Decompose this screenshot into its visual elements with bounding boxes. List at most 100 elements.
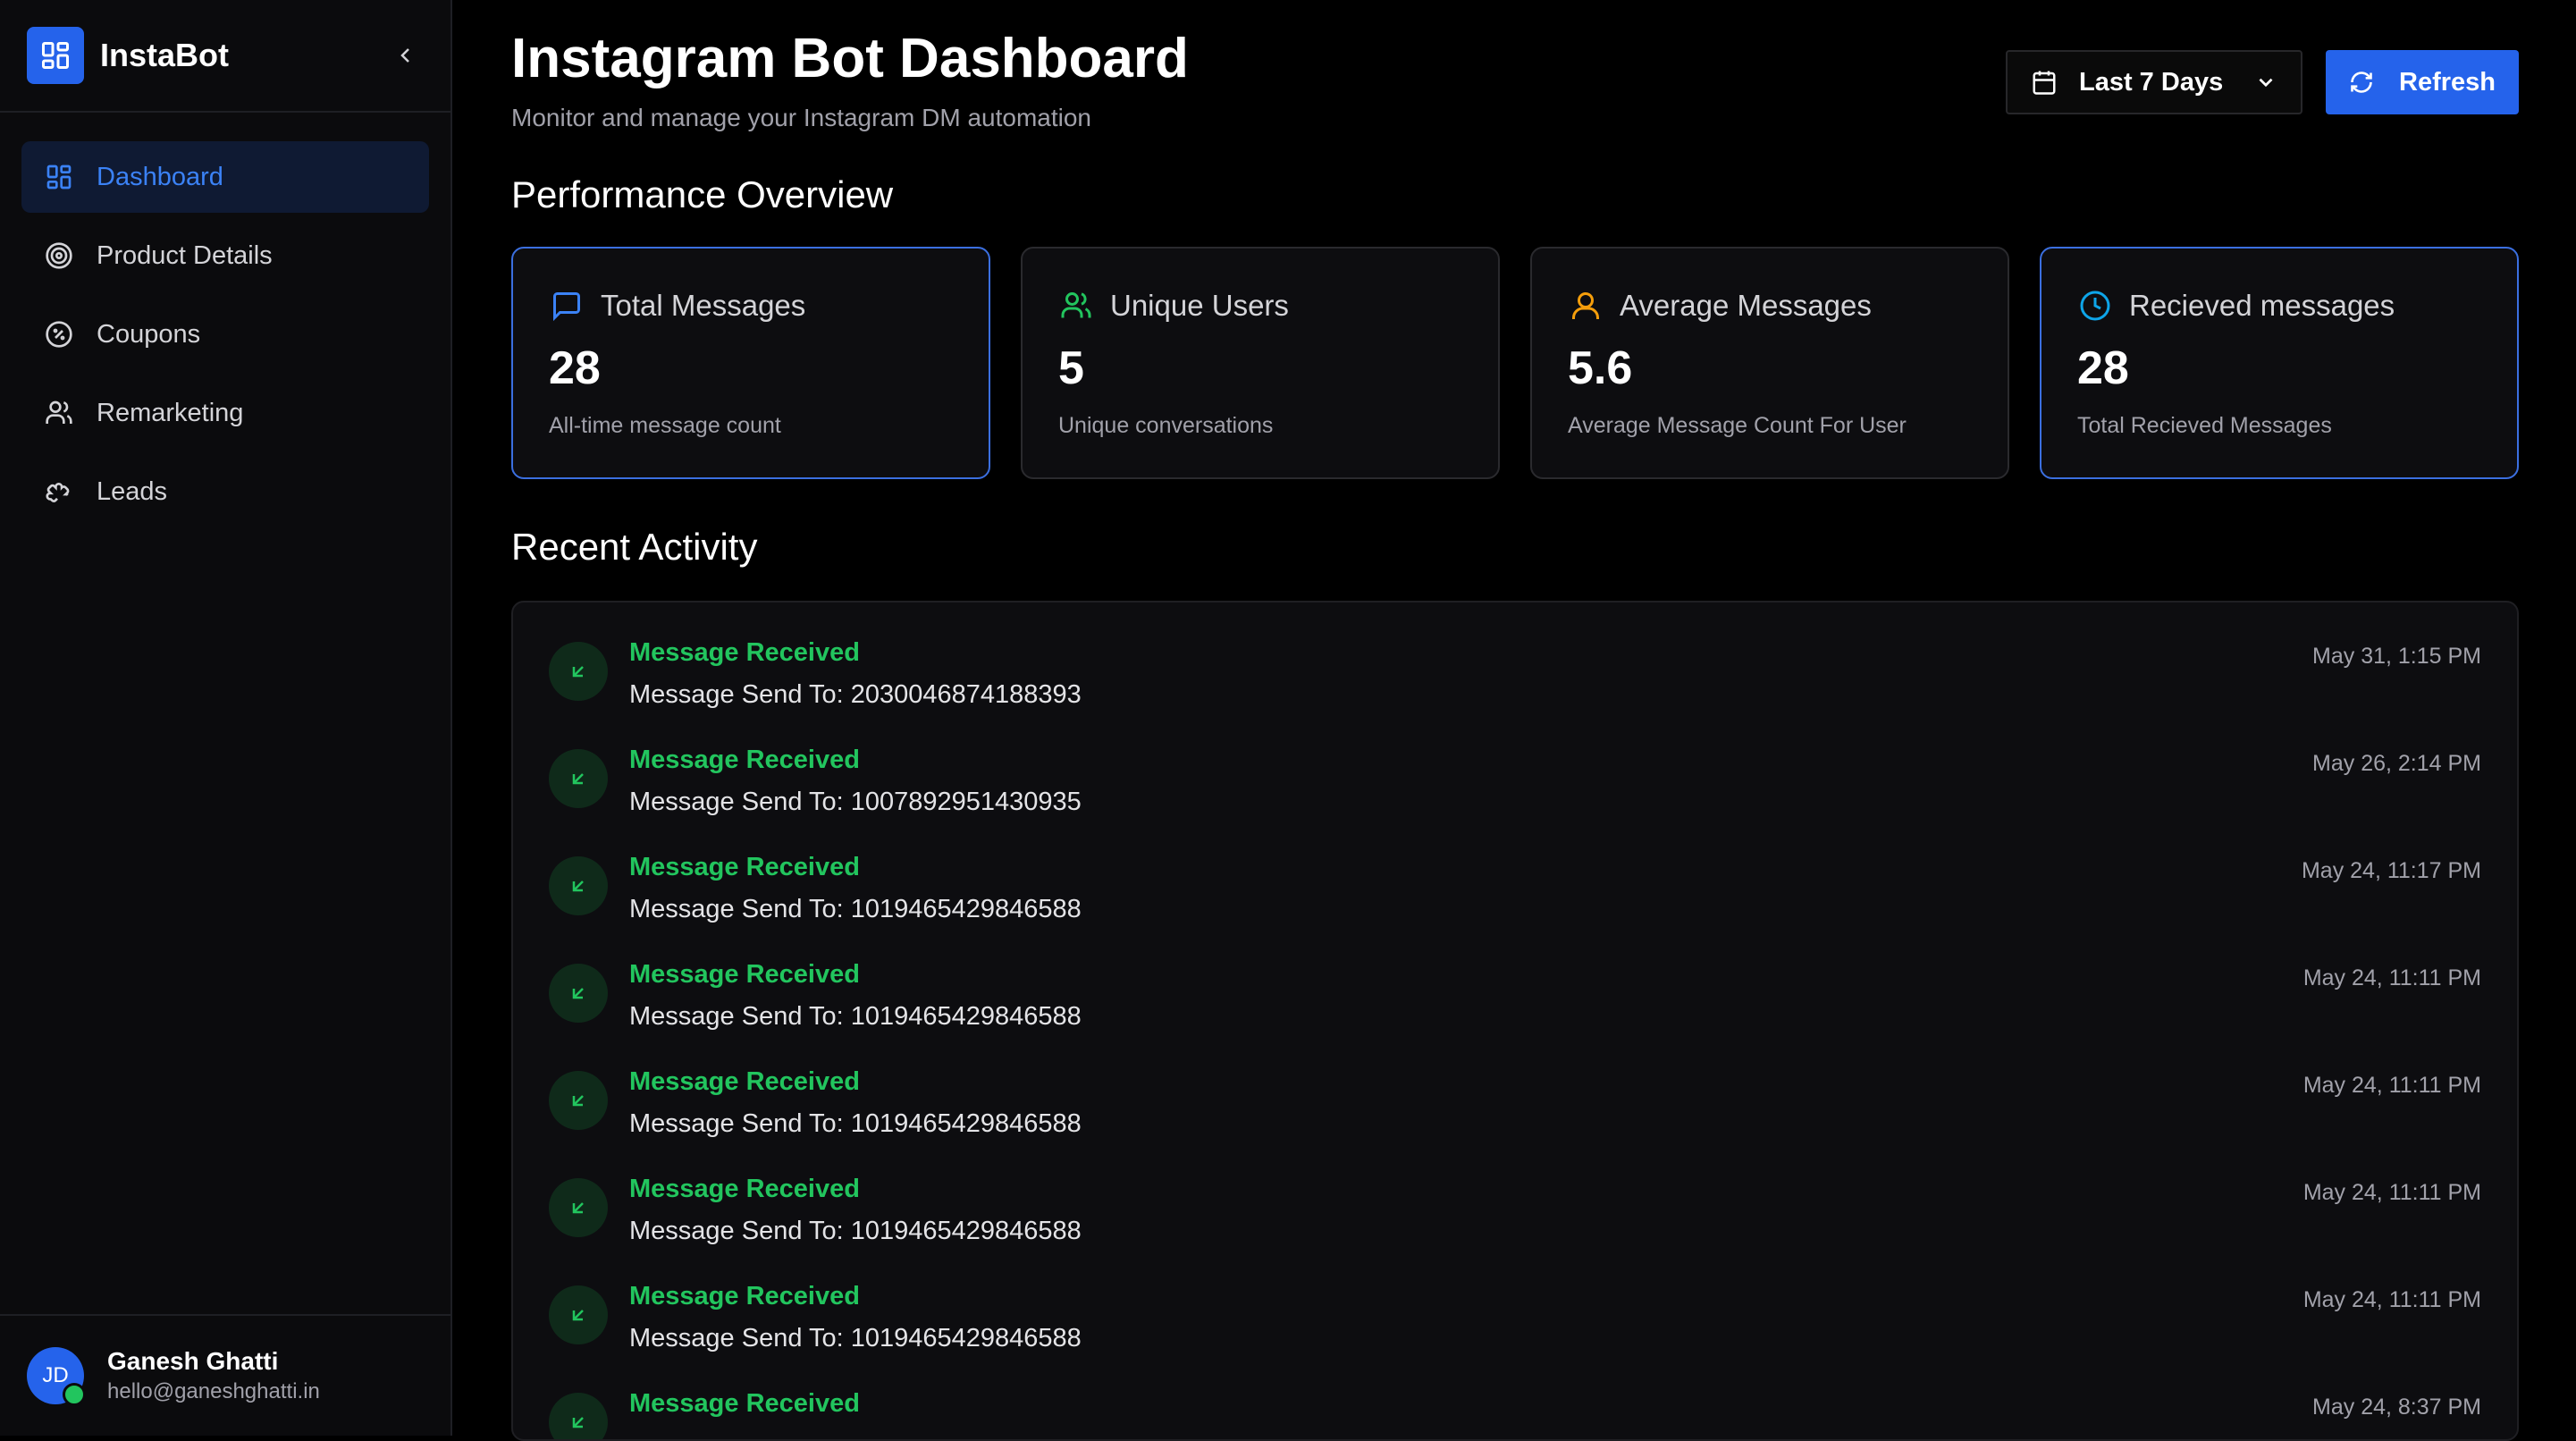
activity-body: Message Received Message Send To: 101946… [629, 1271, 2303, 1353]
user-profile[interactable]: JD Ganesh Ghatti hello@ganeshghatti.in [0, 1314, 450, 1436]
arrow-down-left-icon [549, 749, 608, 808]
message-icon [549, 288, 585, 324]
activity-title: Message Received [629, 1282, 860, 1310]
users-icon [1058, 288, 1094, 324]
chevron-left-icon [400, 48, 409, 63]
grid-icon [43, 161, 75, 193]
list-item: Message Received Message Send To: 203004… [549, 628, 2481, 735]
performance-overview-title: Performance Overview [511, 173, 894, 215]
card-header: Total Messages [549, 288, 953, 324]
activity-body: Message Received Message Send To: 100789… [629, 735, 2312, 817]
recent-activity-list: Message Received Message Send To: 203004… [511, 601, 2519, 1441]
activity-title: Message Received [629, 1175, 860, 1203]
sidebar-item-leads[interactable]: Leads [21, 456, 429, 527]
sidebar-nav: Dashboard Product Details Coupons Remark… [0, 113, 450, 556]
activity-time: May 24, 11:11 PM [2302, 1180, 2481, 1205]
activity-text: Message Send To: 1019465429846588 [629, 1002, 1082, 1031]
activity-title: Message Received [629, 638, 860, 667]
activity-text: Message Send To: 2030046874188393 [629, 680, 1082, 709]
list-item: Message Received Message Send To: 101946… [549, 1057, 2481, 1164]
card-title: Unique Users [1110, 289, 1289, 322]
list-item: Message Received Message Send To: 101946… [549, 1271, 2481, 1378]
app-name: InstaBot [100, 37, 229, 73]
list-item: Message Received May 24, 8:37 PM [549, 1378, 2481, 1439]
arrow-down-left-icon [549, 1178, 608, 1237]
card-description: Unique conversations [1058, 413, 1274, 438]
card-value: 28 [549, 342, 601, 394]
calendar-icon [2033, 71, 2056, 95]
avatar-initials: JD [42, 1363, 69, 1387]
avatar: JD [27, 1347, 86, 1406]
page-subtitle: Monitor and manage your Instagram DM aut… [511, 104, 1091, 131]
sidebar-item-product-details[interactable]: Product Details [21, 220, 429, 291]
page-header: Instagram Bot Dashboard Monitor and mana… [511, 0, 2519, 132]
activity-body: Message Received Message Send To: 101946… [629, 1057, 2303, 1139]
users-icon [43, 397, 75, 429]
card-header: Recieved messages [2077, 288, 2481, 324]
card-description: Total Recieved Messages [2077, 413, 2332, 438]
card-title: Total Messages [601, 289, 806, 322]
collapse-sidebar-button[interactable] [388, 38, 424, 73]
sidebar-item-coupons[interactable]: Coupons [21, 299, 429, 370]
activity-body: Message Received Message Send To: 101946… [629, 949, 2303, 1032]
arrow-down-left-icon [549, 1393, 608, 1439]
grid-icon [27, 27, 84, 84]
user-name: Ganesh Ghatti [107, 1347, 279, 1375]
activity-text: Message Send To: 1019465429846588 [629, 1217, 1082, 1245]
title-block: Instagram Bot Dashboard Monitor and mana… [511, 27, 1189, 132]
header-actions: Last 7 Days Refresh [2006, 50, 2519, 114]
arrow-down-left-icon [549, 1285, 608, 1344]
activity-text: Message Send To: 1019465429846588 [629, 895, 1082, 923]
app-root: InstaBot Dashboard Product Details Coupo… [0, 0, 2576, 1441]
sidebar-item-label: Remarketing [97, 398, 244, 427]
activity-title: Message Received [629, 853, 860, 881]
brand-header: InstaBot [0, 0, 450, 113]
refresh-button[interactable]: Refresh [2326, 50, 2519, 114]
activity-body: Message Received Message Send To: 101946… [629, 1164, 2303, 1246]
card-title: Average Messages [1620, 289, 1872, 322]
page-title: Instagram Bot Dashboard [511, 28, 1189, 89]
card-title: Recieved messages [2129, 289, 2395, 322]
refresh-label: Refresh [2399, 67, 2496, 97]
list-item: Message Received Message Send To: 101946… [549, 949, 2481, 1057]
card-value: 5.6 [1568, 342, 1633, 394]
card-description: All-time message count [549, 413, 781, 438]
activity-time: May 24, 8:37 PM [2312, 1395, 2481, 1420]
card-description: Average Message Count For User [1568, 413, 1907, 438]
clock-icon [2077, 288, 2113, 324]
activity-title: Message Received [629, 960, 860, 989]
card-header: Unique Users [1058, 288, 1462, 324]
arrow-down-left-icon [549, 1071, 608, 1130]
arrow-down-left-icon [549, 964, 608, 1023]
activity-body: Message Received Message Send To: 203004… [629, 628, 2312, 710]
stat-card-unique-users: Unique Users 5 Unique conversations [1021, 247, 1500, 479]
stat-card-total-messages: Total Messages 28 All-time message count [511, 247, 990, 479]
activity-text: Message Send To: 1019465429846588 [629, 1109, 1082, 1138]
sidebar-item-label: Product Details [97, 240, 273, 270]
date-range-label: Last 7 Days [2079, 67, 2224, 97]
sidebar-item-label: Dashboard [97, 162, 223, 191]
recent-activity-title: Recent Activity [511, 526, 758, 568]
activity-text: Message Send To: 1019465429846588 [629, 1324, 1082, 1353]
card-value: 5 [1058, 342, 1084, 394]
puzzle-icon [43, 476, 75, 508]
activity-title: Message Received [629, 1389, 860, 1418]
activity-body: Message Received Message Send To: 101946… [629, 842, 2302, 924]
stat-card-average-messages: Average Messages 5.6 Average Message Cou… [1530, 247, 2009, 479]
list-item: Message Received Message Send To: 101946… [549, 842, 2481, 949]
list-item: Message Received Message Send To: 100789… [549, 735, 2481, 842]
arrow-down-left-icon [549, 642, 608, 701]
sidebar-item-dashboard[interactable]: Dashboard [21, 141, 429, 213]
percent-badge-icon [43, 318, 75, 350]
activity-time: May 24, 11:11 PM [2302, 1287, 2481, 1312]
sidebar-item-label: Leads [97, 476, 168, 506]
user-info: Ganesh Ghatti hello@ganeshghatti.in [107, 1347, 320, 1404]
date-range-select[interactable]: Last 7 Days [2006, 50, 2302, 114]
activity-time: May 24, 11:11 PM [2302, 1073, 2481, 1098]
activity-title: Message Received [629, 746, 860, 774]
refresh-icon [2351, 72, 2372, 93]
user-email: hello@ganeshghatti.in [107, 1379, 320, 1403]
card-value: 28 [2077, 342, 2129, 394]
sidebar-item-remarketing[interactable]: Remarketing [21, 377, 429, 449]
sidebar: InstaBot Dashboard Product Details Coupo… [0, 0, 452, 1436]
